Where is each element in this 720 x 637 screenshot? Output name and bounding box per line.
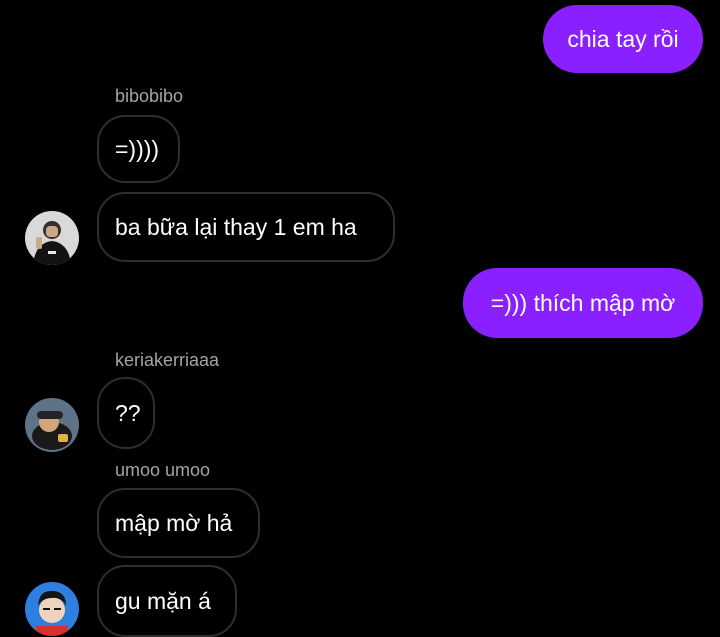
outgoing-message-bubble[interactable]: chia tay rồi: [543, 5, 703, 73]
message-text: ??: [115, 399, 141, 426]
incoming-message-bubble[interactable]: ba bữa lại thay 1 em ha: [97, 192, 395, 262]
avatar[interactable]: [25, 211, 79, 265]
outgoing-message-bubble[interactable]: =))) thích mập mờ: [463, 268, 703, 338]
sender-name: bibobibo: [115, 86, 184, 106]
incoming-message-bubble[interactable]: gu mặn á: [97, 565, 237, 637]
message-text: chia tay rồi: [567, 25, 679, 52]
message-text: =)))): [115, 135, 160, 162]
message-text: ba bữa lại thay 1 em ha: [115, 213, 357, 240]
incoming-message-bubble[interactable]: =)))): [97, 115, 180, 183]
profile-photo: [25, 582, 79, 636]
message-text: mập mờ hả: [115, 509, 233, 536]
avatar[interactable]: [25, 398, 79, 452]
message-text: gu mặn á: [115, 587, 211, 614]
avatar[interactable]: [25, 582, 79, 636]
message-text: =))) thích mập mờ: [490, 289, 676, 316]
profile-photo: [25, 398, 79, 452]
incoming-message-bubble[interactable]: ??: [97, 377, 155, 449]
sender-name: keriakerriaaa: [115, 350, 220, 370]
incoming-message-bubble[interactable]: mập mờ hả: [97, 488, 260, 558]
profile-photo: [25, 211, 79, 265]
sender-name: umoo umoo: [115, 460, 211, 480]
